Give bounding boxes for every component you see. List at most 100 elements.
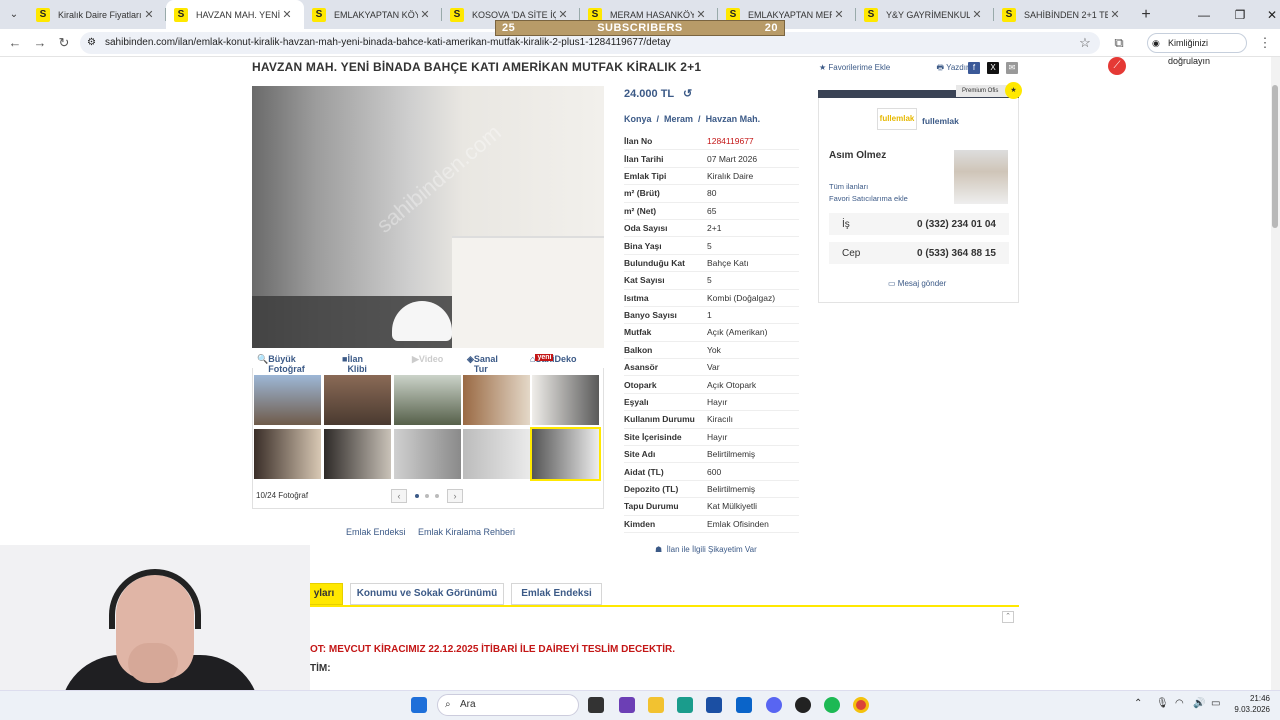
- back-button[interactable]: ←: [6, 34, 24, 52]
- browser-tab[interactable]: S Kiralık Daire Fiyatları ve Kiralık✕: [28, 0, 166, 29]
- big-photo-button[interactable]: 🔍 Büyük Fotoğraf: [257, 354, 305, 374]
- site-info-icon[interactable]: ⚙: [87, 32, 96, 54]
- task-view-icon[interactable]: [588, 697, 604, 713]
- minimize-button[interactable]: —: [1186, 0, 1222, 29]
- email-share-icon[interactable]: ✉: [1006, 62, 1018, 74]
- tab-listing-details[interactable]: yları: [306, 583, 343, 605]
- listing-details-table: İlan No 1284119677 İlan Tarihi 07 Mart 2026…: [624, 133, 799, 533]
- thumbnail[interactable]: [254, 375, 321, 425]
- new-tab-button[interactable]: +: [1132, 0, 1160, 29]
- edge-icon[interactable]: [677, 697, 693, 713]
- thumbnail[interactable]: [463, 375, 530, 425]
- extensions-icon[interactable]: ⧉: [1110, 34, 1128, 52]
- premium-office-label: Premium Ofis: [956, 85, 1011, 97]
- favorite-link[interactable]: ★ Favorilerime Ekle: [819, 63, 912, 72]
- close-window-button[interactable]: ✕: [1254, 0, 1280, 29]
- tab-title: KOSOVA 'DA SİTE İÇİ KAP: [472, 9, 556, 20]
- main-listing-photo[interactable]: sahibinden.com: [252, 86, 604, 348]
- browser-menu-icon[interactable]: ⋮: [1256, 34, 1274, 52]
- close-tab-icon[interactable]: ✕: [418, 8, 432, 21]
- prev-photos-button[interactable]: ‹: [391, 489, 407, 503]
- collapse-button[interactable]: ⌃: [1002, 611, 1014, 623]
- browser-tab[interactable]: S EMLAKYAPTAN KÖYCEĞİZ✕: [304, 0, 442, 29]
- video-clip-button[interactable]: ■ İlan Klibi: [342, 354, 367, 374]
- browser-tab[interactable]: S HAVZAN MAH. YENİ BİNA✕: [166, 0, 304, 29]
- x-share-icon[interactable]: X: [987, 62, 999, 74]
- microphone-icon[interactable]: 🎙: [1156, 698, 1169, 709]
- close-tab-icon[interactable]: ✕: [832, 8, 846, 21]
- description-label: TİM:: [310, 663, 331, 674]
- pager-dot[interactable]: [415, 494, 419, 498]
- copilot-icon[interactable]: [619, 697, 635, 713]
- windows-start-icon[interactable]: [411, 697, 427, 713]
- bookmark-star-icon[interactable]: ☆: [1076, 34, 1094, 52]
- close-tab-icon[interactable]: ✕: [1108, 8, 1122, 21]
- pager-dot[interactable]: [435, 494, 439, 498]
- rental-guide-link[interactable]: Emlak Kiralama Rehberi: [418, 527, 515, 537]
- thumbnail-selected[interactable]: [530, 427, 601, 481]
- extension-logo-icon[interactable]: ⟋: [1108, 57, 1126, 75]
- thumbnail[interactable]: [394, 375, 461, 425]
- tab-search-dropdown[interactable]: ⌄: [0, 0, 28, 29]
- browser-tab[interactable]: S SAHİBİNDEN 2+1 TERAS✕: [994, 0, 1132, 29]
- close-tab-icon[interactable]: ✕: [970, 8, 984, 21]
- thumbnail[interactable]: [324, 375, 391, 425]
- browser-tab[interactable]: S Y&Y GAYRİMENKUL'DEN✕: [856, 0, 994, 29]
- sahideko-button[interactable]: ⌂ SahiDeko yeni: [530, 354, 576, 364]
- chrome-icon[interactable]: [853, 697, 869, 713]
- detail-key: Balkon: [624, 344, 653, 355]
- virtual-tour-button[interactable]: ◈ Sanal Tur: [467, 354, 498, 374]
- facebook-share-icon[interactable]: f: [968, 62, 980, 74]
- forward-button[interactable]: →: [31, 34, 49, 52]
- detail-value: Belirtilmemiş: [707, 449, 756, 460]
- thumbnail[interactable]: [532, 375, 599, 425]
- office-logo[interactable]: fullemlak: [877, 108, 917, 130]
- obs-icon[interactable]: [795, 697, 811, 713]
- file-explorer-icon[interactable]: [648, 697, 664, 713]
- complaint-link[interactable]: ☗ İlan ile İlgili Şikayetim Var: [655, 545, 757, 554]
- detail-key: Oda Sayısı: [624, 223, 668, 234]
- taskbar-search[interactable]: ⌕ Ara: [437, 694, 579, 716]
- volume-icon[interactable]: 🔊: [1193, 698, 1205, 709]
- discord-icon[interactable]: [766, 697, 782, 713]
- verify-identity-button[interactable]: ◉ Kimliğinizi doğrulayın: [1147, 33, 1247, 66]
- reload-button[interactable]: ↻: [55, 34, 73, 52]
- price-history-icon[interactable]: ↺: [683, 88, 692, 100]
- emlak-index-link[interactable]: Emlak Endeksi: [346, 527, 406, 537]
- detail-key: Tapu Durumu: [624, 501, 679, 512]
- all-listings-link[interactable]: Tüm ilanları: [829, 182, 868, 191]
- tab-location[interactable]: Konumu ve Sokak Görünümü: [350, 583, 504, 605]
- detail-value: Kombi (Doğalgaz): [707, 292, 776, 303]
- breadcrumb-city[interactable]: Konya: [624, 114, 652, 124]
- add-favorite-seller-link[interactable]: Favori Satıcılarıma ekle: [829, 194, 908, 203]
- taskbar-clock[interactable]: 21:46 9.03.2026: [1228, 693, 1270, 715]
- thumbnail[interactable]: [394, 429, 461, 479]
- breadcrumb-district[interactable]: Meram: [664, 114, 693, 124]
- detail-value: 1284119677: [707, 136, 754, 147]
- outlook-icon[interactable]: [736, 697, 752, 713]
- office-name-link[interactable]: fullemlak: [922, 116, 959, 126]
- store-icon[interactable]: [706, 697, 722, 713]
- thumbnail[interactable]: [324, 429, 391, 479]
- wifi-icon[interactable]: ◠: [1175, 698, 1184, 709]
- send-message-link[interactable]: ▭ Mesaj gönder: [888, 279, 946, 288]
- detail-row: Banyo Sayısı 1: [624, 307, 799, 325]
- thumbnail[interactable]: [463, 429, 530, 479]
- spotify-icon[interactable]: [824, 697, 840, 713]
- tab-title: HAVZAN MAH. YENİ BİNA: [196, 9, 280, 20]
- clock-date: 9.03.2026: [1234, 705, 1270, 714]
- print-link[interactable]: 🖶 Yazdır: [936, 63, 990, 72]
- next-photos-button[interactable]: ›: [447, 489, 463, 503]
- agent-name: Asım Olmez: [829, 150, 887, 161]
- close-tab-icon[interactable]: ✕: [142, 8, 156, 21]
- maximize-button[interactable]: ❐: [1222, 0, 1258, 29]
- detail-value: Belirtilmemiş: [707, 484, 756, 494]
- breadcrumb-neighborhood[interactable]: Havzan Mah.: [706, 114, 761, 124]
- thumbnail[interactable]: [254, 429, 321, 479]
- tray-overflow-icon[interactable]: ⌃: [1134, 698, 1142, 709]
- battery-icon[interactable]: ▭: [1211, 698, 1220, 709]
- pager-dot[interactable]: [425, 494, 429, 498]
- tab-emlak-index[interactable]: Emlak Endeksi: [511, 583, 602, 605]
- close-tab-icon[interactable]: ✕: [280, 8, 294, 21]
- scrollbar-thumb[interactable]: [1272, 85, 1278, 228]
